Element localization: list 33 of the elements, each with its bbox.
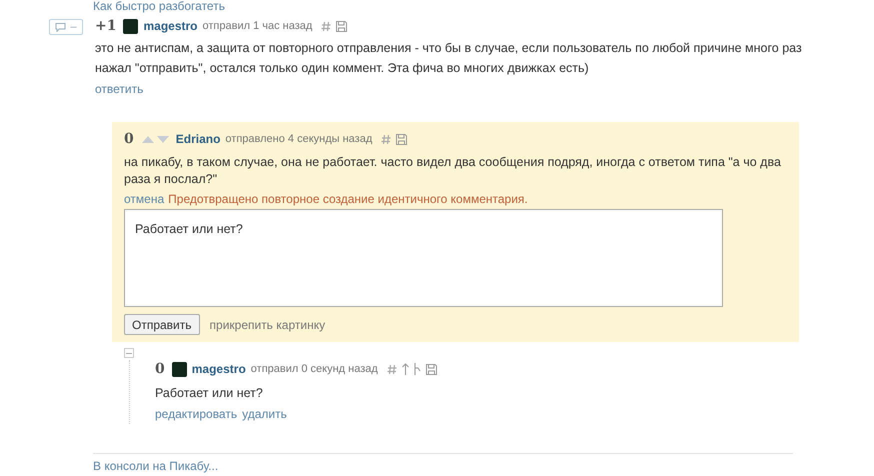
comment-input[interactable]: Работает или нет? — [124, 209, 723, 307]
comment-timestamp: отправлено 4 секунды назад — [225, 132, 372, 147]
submit-button[interactable]: Отправить — [124, 314, 200, 335]
speech-bubble-icon — [55, 22, 66, 32]
action-link[interactable]: удалить — [242, 405, 287, 423]
arrow-up-icon[interactable] — [402, 363, 409, 375]
error-message: Предотвращено повторное создание идентичного комментария. — [168, 191, 528, 207]
author-link[interactable]: Edriano — [176, 130, 220, 148]
comment-timestamp: отправил 1 час назад — [202, 18, 312, 34]
toggle-icon[interactable] — [124, 348, 134, 358]
comment-score: 0 — [124, 130, 134, 148]
hash-icon[interactable] — [321, 20, 332, 32]
hash-icon[interactable] — [381, 134, 392, 144]
author-link[interactable]: magestro — [143, 17, 198, 35]
branch-icon[interactable] — [414, 363, 421, 375]
comment-score: +1 — [95, 16, 116, 36]
hash-icon[interactable] — [386, 364, 397, 374]
avatar[interactable] — [123, 18, 138, 34]
comment-text: на пикабу, в таком случае, она не работает. часто видел два сообщения подряд, иногда с ответом типа "а чо два раза я послал?" — [124, 154, 782, 188]
collapse-button[interactable]: – — [49, 19, 83, 35]
attach-image-link[interactable]: прикрепить картинку — [210, 316, 326, 334]
avatar[interactable] — [172, 362, 187, 376]
article-link[interactable]: Как быстро разбогатеть — [93, 0, 225, 13]
reply-link[interactable]: ответить — [95, 80, 144, 98]
vote-arrows-icon[interactable] — [140, 135, 171, 143]
comment-timestamp: отправил 0 секунд назад — [250, 362, 378, 377]
author-link[interactable]: magestro — [192, 360, 246, 378]
related-link[interactable]: В консоли на Пикабу... — [93, 459, 218, 473]
comment-text: это не антиспам, а защита от повторного отправления - что бы в случае, если пользователь по любой причине много раз нажал "отправить", остался только один коммент. Эта фича во многих движках есть) — [95, 40, 803, 77]
comment-score: 0 — [155, 360, 165, 378]
comment-text: Работает или нет? — [155, 385, 264, 402]
cancel-link[interactable]: отмена — [124, 191, 164, 207]
action-link[interactable]: редактировать — [155, 405, 238, 423]
